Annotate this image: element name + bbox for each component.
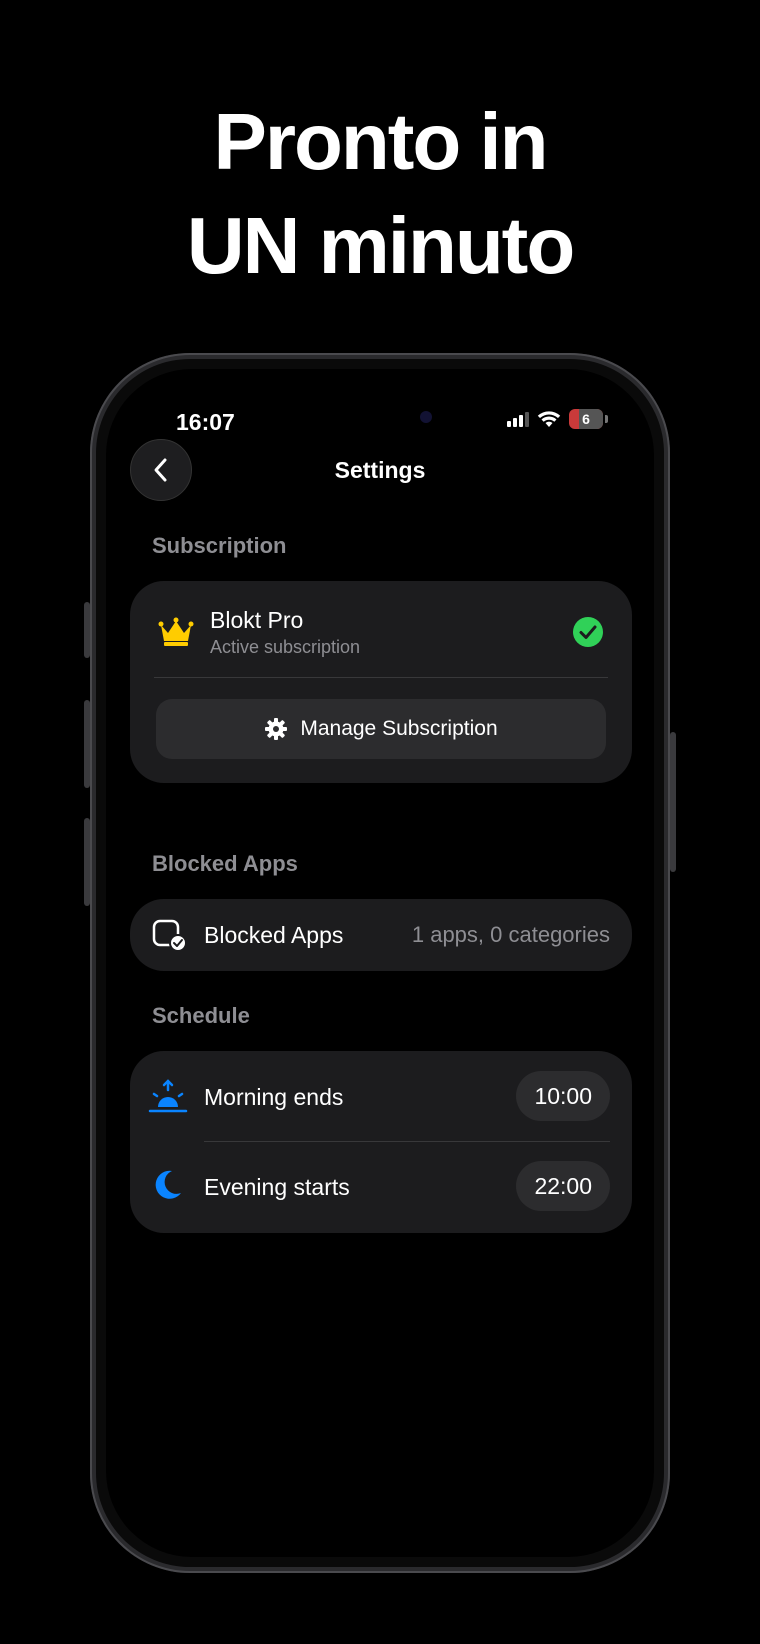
moon-icon <box>155 1170 181 1199</box>
blocked-apps-label: Blocked Apps <box>204 922 344 948</box>
subscription-card: Blokt Pro Active subscription Manage Sub… <box>130 581 632 783</box>
blocked-apps-count: 1 apps, 0 categories <box>411 922 610 947</box>
blocked-apps-icon <box>152 919 187 951</box>
active-check-icon <box>573 617 603 647</box>
schedule-row-morning[interactable]: Morning ends 10:00 <box>130 1051 632 1141</box>
headline-line-2: UN minuto <box>186 201 575 290</box>
morning-ends-time[interactable]: 10:00 <box>516 1071 610 1121</box>
blocked-apps-row[interactable]: Blocked Apps 1 apps, 0 categories <box>130 899 632 971</box>
crown-icon <box>158 617 194 646</box>
manage-subscription-button[interactable]: Manage Subscription <box>156 699 606 759</box>
battery-level: 6 <box>582 411 590 427</box>
manage-subscription-label: Manage Subscription <box>300 717 498 740</box>
subscription-section-label: Subscription <box>152 533 287 558</box>
cellular-signal-icon <box>507 411 529 427</box>
phone-screen: 16:07 6 Settings Subscription Blokt Pro … <box>106 369 654 1557</box>
evening-starts-label: Evening starts <box>204 1174 350 1200</box>
headline-line-1: Pronto in <box>213 97 548 186</box>
front-camera <box>420 411 432 423</box>
evening-starts-time[interactable]: 22:00 <box>516 1161 610 1211</box>
battery-icon: 6 <box>569 409 603 429</box>
wifi-icon <box>537 411 561 427</box>
gear-icon <box>265 718 288 740</box>
status-icons: 6 <box>507 409 608 429</box>
schedule-card: Morning ends 10:00 Evening starts 22:00 <box>130 1051 632 1233</box>
blocked-apps-section-label: Blocked Apps <box>152 851 298 876</box>
power-button <box>670 732 676 872</box>
morning-ends-label: Morning ends <box>204 1084 344 1110</box>
headline: Pronto in UN minuto <box>0 90 760 298</box>
plan-status: Active subscription <box>210 637 361 657</box>
schedule-row-evening[interactable]: Evening starts 22:00 <box>130 1142 632 1232</box>
status-time: 16:07 <box>176 409 235 435</box>
page-title: Settings <box>334 457 426 483</box>
sunrise-icon <box>148 1079 188 1113</box>
schedule-section-label: Schedule <box>152 1003 250 1028</box>
phone-frame: 16:07 6 Settings Subscription Blokt Pro … <box>90 353 670 1573</box>
plan-name: Blokt Pro <box>210 607 304 633</box>
dynamic-island <box>296 393 456 441</box>
